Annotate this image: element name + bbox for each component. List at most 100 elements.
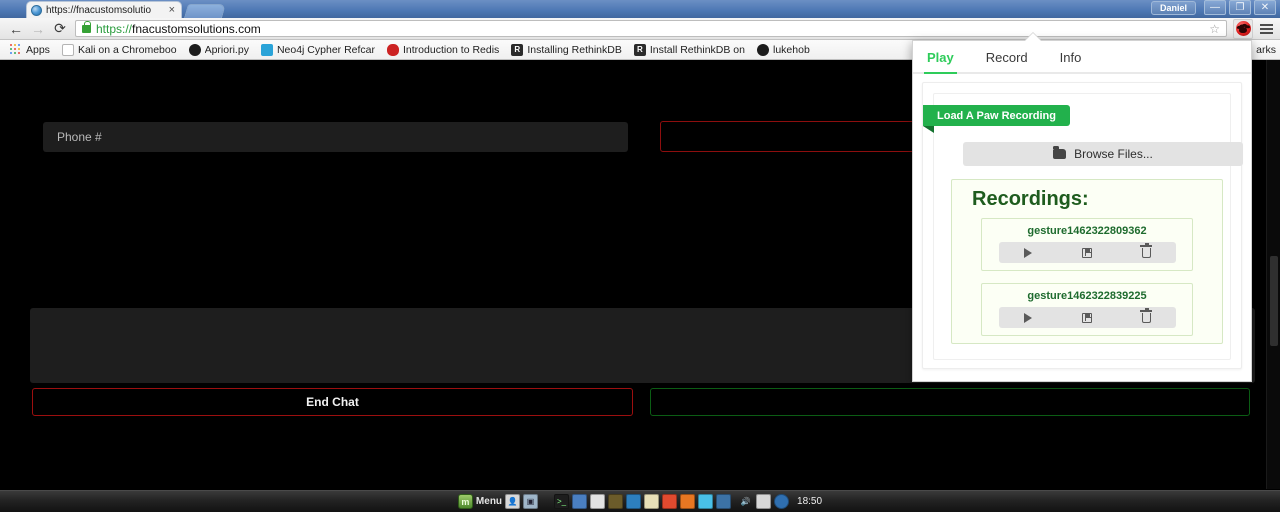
bookmark-label: Apps bbox=[26, 43, 50, 56]
taskbar-content: m Menu 👤 ▣ >_ 🔊 18:50 bbox=[457, 494, 822, 509]
back-icon[interactable]: ← bbox=[5, 19, 27, 39]
delete-button[interactable] bbox=[1117, 307, 1176, 328]
taskbar-clock[interactable]: 18:50 bbox=[797, 496, 822, 507]
github-icon bbox=[757, 43, 769, 56]
globe-icon bbox=[31, 4, 42, 16]
scrollbar-thumb[interactable] bbox=[1270, 256, 1278, 346]
url-text: https://fnacustomsolutions.com bbox=[96, 22, 261, 36]
save-button[interactable] bbox=[1058, 242, 1117, 263]
shield-icon[interactable] bbox=[774, 494, 790, 509]
user-icon[interactable]: 👤 bbox=[505, 494, 521, 509]
bookmark-label: Neo4j Cypher Refcar bbox=[276, 43, 375, 56]
mint-logo-icon: m bbox=[457, 494, 473, 509]
reload-icon[interactable]: ⟳ bbox=[49, 19, 71, 39]
bookmark-apps[interactable]: Apps bbox=[4, 43, 56, 56]
forward-icon[interactable]: → bbox=[27, 19, 49, 39]
tab-info[interactable]: Info bbox=[1060, 50, 1082, 72]
recordings-container: Recordings: gesture1462322809362 gesture… bbox=[951, 179, 1223, 344]
trash-icon bbox=[1140, 307, 1153, 323]
paw-extension-button[interactable] bbox=[1233, 18, 1253, 39]
battery-icon[interactable] bbox=[756, 494, 772, 509]
paw-extension-popup: Play Record Info Load A Paw Recording Br… bbox=[912, 33, 1252, 382]
text-editor-icon[interactable] bbox=[590, 494, 606, 509]
tab-play[interactable]: Play bbox=[924, 50, 957, 74]
screen: https://fnacustomsolutio × Daniel — ❐ ✕ … bbox=[0, 0, 1280, 512]
terminal-icon[interactable]: >_ bbox=[554, 494, 570, 509]
media-icon[interactable] bbox=[626, 494, 642, 509]
hamburger-icon[interactable] bbox=[1257, 19, 1275, 39]
other-bookmarks[interactable]: arks bbox=[1256, 44, 1276, 56]
user-chip[interactable]: Daniel bbox=[1150, 0, 1196, 15]
new-tab-button[interactable] bbox=[183, 4, 227, 18]
play-button[interactable] bbox=[999, 242, 1058, 263]
bookmark-installing-rethinkdb[interactable]: R Installing RethinkDB bbox=[505, 43, 628, 56]
bookmark-label: Install RethinkDB on bbox=[649, 43, 745, 56]
python-icon[interactable] bbox=[716, 494, 732, 509]
bookmark-label: Introduction to Redis bbox=[403, 43, 500, 56]
play-icon bbox=[1024, 312, 1032, 323]
popup-tabs: Play Record Info bbox=[913, 41, 1251, 74]
start-menu-button[interactable]: m Menu 👤 ▣ bbox=[457, 494, 539, 509]
paw-icon bbox=[1235, 21, 1251, 36]
system-tray: 🔊 bbox=[738, 494, 790, 509]
vm-icon[interactable] bbox=[698, 494, 714, 509]
popup-inner-panel: Load A Paw Recording Browse Files... Rec… bbox=[923, 93, 1243, 360]
folder-icon bbox=[1053, 146, 1067, 159]
recording-name: gesture1462322839225 bbox=[1027, 290, 1147, 302]
rethinkdb-icon: R bbox=[633, 43, 646, 56]
page-icon bbox=[61, 43, 74, 56]
close-window-button[interactable]: ✕ bbox=[1254, 0, 1276, 15]
send-chat-button[interactable] bbox=[650, 388, 1250, 416]
window-controls: Daniel — ❐ ✕ bbox=[1150, 0, 1276, 15]
github-icon bbox=[188, 43, 201, 56]
play-button[interactable] bbox=[999, 307, 1058, 328]
notes-icon[interactable] bbox=[644, 494, 660, 509]
play-icon bbox=[1024, 247, 1032, 258]
recording-actions bbox=[998, 242, 1176, 263]
page-scrollbar[interactable] bbox=[1266, 60, 1280, 489]
firefox-icon[interactable] bbox=[680, 494, 696, 509]
load-recording-ribbon: Load A Paw Recording bbox=[923, 105, 1070, 133]
lock-icon bbox=[82, 20, 91, 33]
end-chat-button[interactable]: End Chat bbox=[32, 388, 633, 416]
browse-files-button[interactable]: Browse Files... bbox=[963, 142, 1243, 166]
save-icon bbox=[1082, 312, 1092, 323]
bookmark-kali[interactable]: Kali on a Chromeboo bbox=[56, 43, 183, 56]
address-bar[interactable]: https://fnacustomsolutions.com ☆ bbox=[75, 20, 1227, 37]
bookmark-install-rethinkdb-on[interactable]: R Install RethinkDB on bbox=[628, 43, 751, 56]
browser-tab[interactable]: https://fnacustomsolutio × bbox=[26, 1, 182, 18]
bookmark-lukehob[interactable]: lukehob bbox=[751, 43, 816, 56]
popup-arrow bbox=[1025, 33, 1041, 41]
recording-item[interactable]: gesture1462322839225 bbox=[981, 283, 1193, 336]
neo4j-icon bbox=[260, 43, 273, 56]
url-scheme: https:// bbox=[96, 21, 133, 36]
browser-toolbar: ← → ⟳ https://fnacustomsolutions.com ☆ bbox=[0, 18, 1280, 40]
chrome-icon[interactable] bbox=[662, 494, 678, 509]
browse-files-label: Browse Files... bbox=[1074, 147, 1153, 161]
bookmark-redis-intro[interactable]: Introduction to Redis bbox=[381, 43, 505, 56]
recording-name: gesture1462322809362 bbox=[1027, 225, 1147, 237]
volume-icon[interactable]: 🔊 bbox=[738, 494, 753, 509]
recordings-heading: Recordings: bbox=[972, 188, 1089, 210]
save-button[interactable] bbox=[1058, 307, 1117, 328]
bookmark-label: Kali on a Chromeboo bbox=[77, 43, 177, 56]
close-icon[interactable]: × bbox=[167, 4, 177, 16]
system-taskbar: m Menu 👤 ▣ >_ 🔊 18:50 bbox=[0, 490, 1280, 512]
rethinkdb-icon: R bbox=[511, 43, 524, 56]
show-desktop-icon[interactable]: ▣ bbox=[523, 494, 539, 509]
delete-button[interactable] bbox=[1117, 242, 1176, 263]
bookmark-star-icon[interactable]: ☆ bbox=[1209, 23, 1220, 36]
tab-record[interactable]: Record bbox=[986, 50, 1028, 72]
bookmark-label: Apriori.py bbox=[204, 43, 249, 56]
monitor-icon[interactable] bbox=[608, 494, 624, 509]
phone-input[interactable]: Phone # bbox=[43, 122, 628, 152]
bookmark-label: lukehob bbox=[773, 43, 810, 56]
bookmark-neo4j[interactable]: Neo4j Cypher Refcar bbox=[255, 43, 381, 56]
minimize-button[interactable]: — bbox=[1204, 0, 1226, 15]
redis-icon bbox=[387, 43, 399, 56]
bookmark-apriori[interactable]: Apriori.py bbox=[183, 43, 255, 56]
files-icon[interactable] bbox=[572, 494, 588, 509]
recording-item[interactable]: gesture1462322809362 bbox=[981, 218, 1193, 271]
maximize-button[interactable]: ❐ bbox=[1229, 0, 1251, 15]
apps-grid-icon bbox=[10, 43, 22, 56]
